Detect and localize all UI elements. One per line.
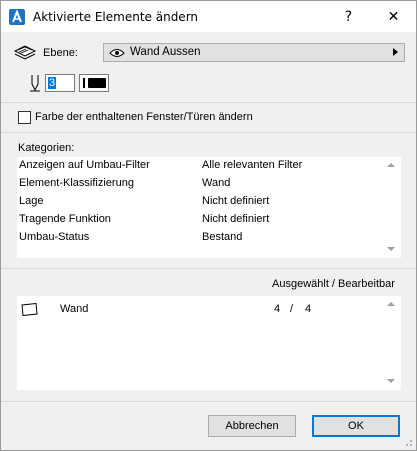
layer-dropdown[interactable]: Wand Aussen [103, 43, 405, 62]
category-row[interactable]: Element-Klassifizierung Wand [17, 175, 401, 193]
category-row[interactable]: Anzeigen auf Umbau-Filter Alle relevante… [17, 157, 401, 175]
help-button[interactable]: ? [326, 1, 371, 32]
category-value: Nicht definiert [202, 213, 270, 225]
scroll-down-icon[interactable] [387, 247, 395, 251]
pen-color-swatch[interactable] [79, 74, 109, 92]
layers-icon [13, 45, 37, 60]
category-value: Wand [202, 177, 231, 189]
scroll-up-icon[interactable] [387, 302, 395, 306]
pen-number-input[interactable]: 3 [45, 74, 75, 92]
selected-count: 4 [274, 303, 281, 315]
categories-list: Anzeigen auf Umbau-Filter Alle relevante… [17, 157, 401, 258]
category-value: Alle relevanten Filter [202, 159, 303, 171]
separator [1, 401, 416, 402]
eye-icon [109, 49, 125, 57]
category-name: Anzeigen auf Umbau-Filter [19, 159, 150, 171]
title-bar: Aktivierte Elemente ändern ? ✕ [1, 1, 416, 32]
resize-grip-icon[interactable] [403, 437, 413, 447]
category-row[interactable]: Lage Nicht definiert [17, 193, 401, 211]
category-name: Tragende Funktion [19, 213, 111, 225]
category-name: Umbau-Status [19, 231, 90, 243]
pen-number-value: 3 [48, 77, 57, 89]
window-title: Aktivierte Elemente ändern [33, 10, 199, 24]
layer-label: Ebene: [43, 47, 78, 59]
pen-color-sample [88, 78, 106, 88]
dialog-window: Aktivierte Elemente ändern ? ✕ Ebene: Wa… [0, 0, 417, 451]
dropdown-arrow-icon [393, 48, 398, 56]
separator [1, 268, 416, 269]
category-row[interactable]: Tragende Funktion Nicht definiert [17, 211, 401, 229]
count-separator: / [290, 303, 294, 315]
archicad-app-icon [9, 9, 25, 25]
scroll-down-icon[interactable] [387, 379, 395, 383]
separator [1, 102, 416, 103]
selection-header: Ausgewählt / Bearbeitbar [272, 278, 395, 290]
category-name: Lage [19, 195, 44, 207]
cancel-button[interactable]: Abbrechen [208, 415, 296, 437]
pen-icon [30, 75, 40, 92]
separator [1, 132, 416, 133]
window-door-color-label: Farbe der enthaltenen Fenster/Türen ände… [35, 111, 253, 123]
wall-icon [21, 303, 38, 316]
window-door-color-checkbox[interactable] [18, 111, 31, 124]
category-name: Element-Klassifizierung [19, 177, 134, 189]
close-button[interactable]: ✕ [371, 1, 416, 32]
category-row[interactable]: Umbau-Status Bestand [17, 229, 401, 247]
categories-label: Kategorien: [18, 142, 75, 154]
category-value: Nicht definiert [202, 195, 270, 207]
selection-list: Wand 4 / 4 [17, 296, 401, 390]
editable-count: 4 [305, 303, 312, 315]
pen-bar-icon [83, 78, 85, 88]
scroll-up-icon[interactable] [387, 163, 395, 167]
layer-value: Wand Aussen [130, 46, 201, 58]
selection-item-name: Wand [60, 303, 89, 315]
category-value: Bestand [202, 231, 243, 243]
ok-button[interactable]: OK [312, 415, 400, 437]
